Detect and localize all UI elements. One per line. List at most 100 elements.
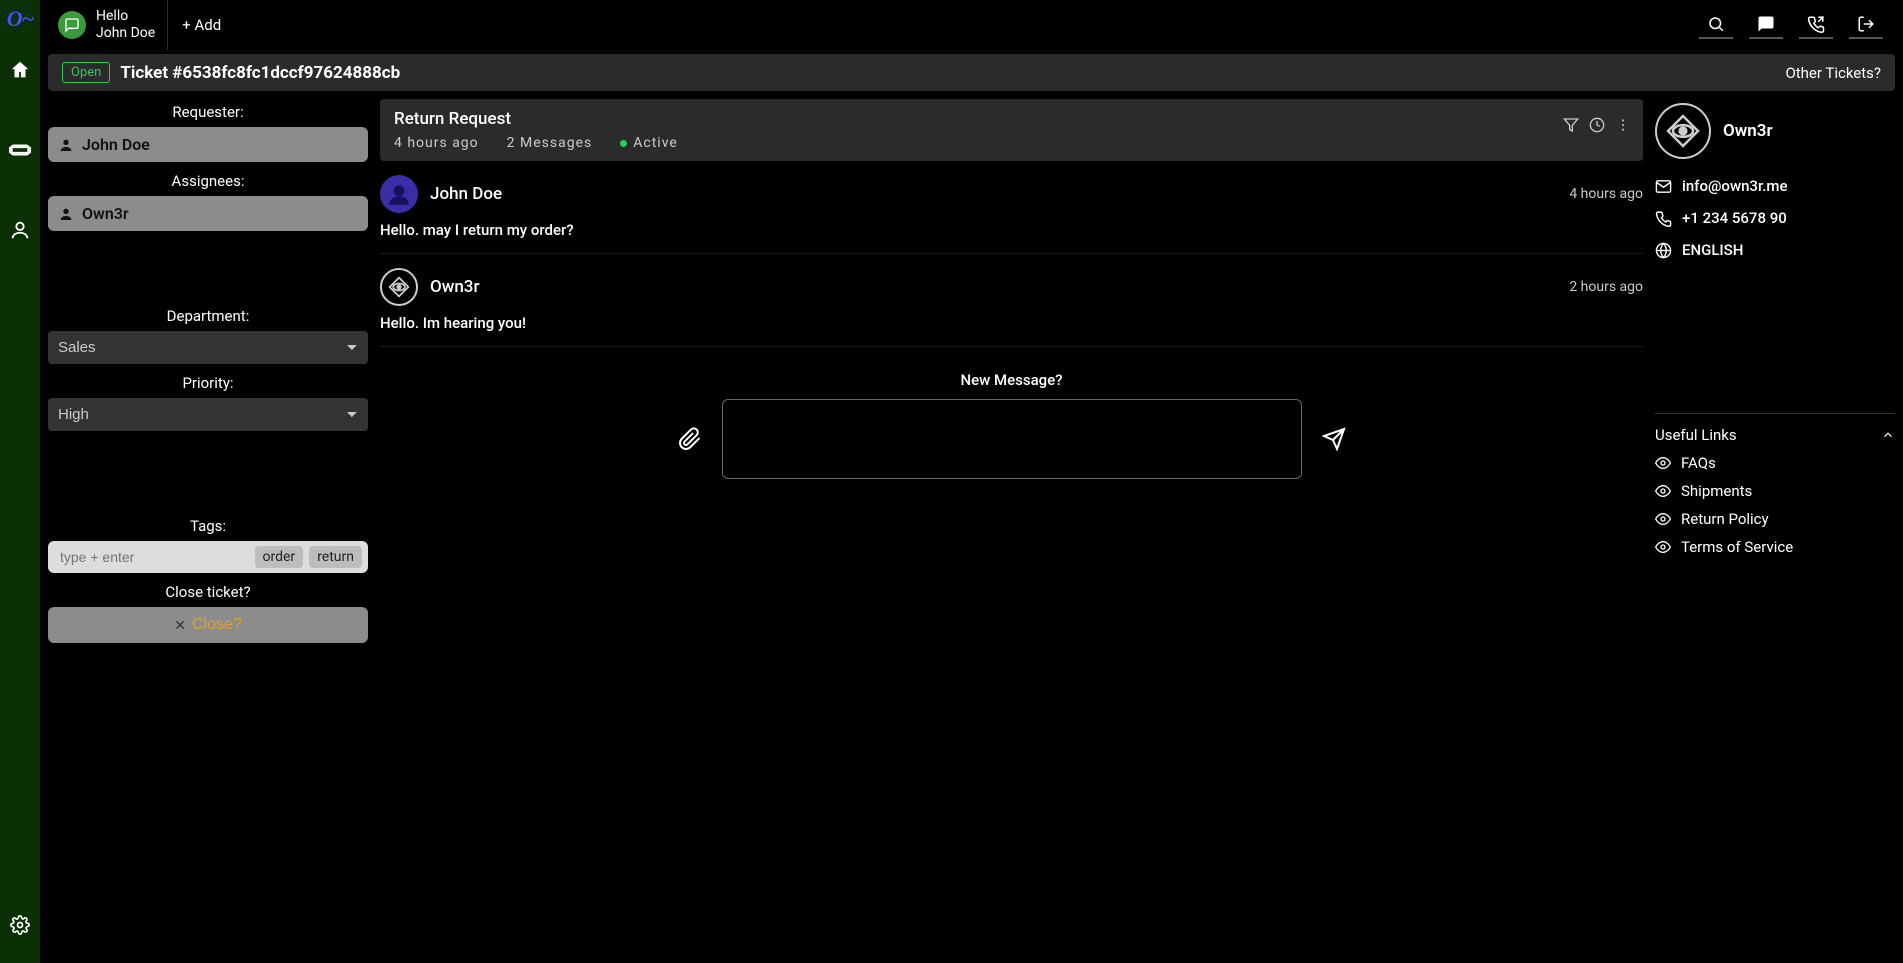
phone-icon <box>1655 210 1672 227</box>
tag-chip[interactable]: return <box>309 546 362 568</box>
avatar <box>380 268 418 306</box>
thread-actions <box>1563 117 1631 133</box>
send-icon[interactable] <box>1322 427 1346 451</box>
requester-name: John Doe <box>82 135 150 154</box>
link-text: FAQs <box>1681 454 1716 472</box>
avatar <box>380 175 418 213</box>
close-label: Close ticket? <box>48 583 368 601</box>
tags-input[interactable] <box>54 545 249 569</box>
thread-age: 4 hours ago <box>394 135 479 151</box>
attachment-icon[interactable] <box>678 427 702 451</box>
center-thread: Return Request 4 hours ago 2 Messages Ac… <box>380 99 1643 963</box>
assignee-name: Own3r <box>82 204 129 223</box>
tag-chip[interactable]: order <box>255 546 304 568</box>
message-author: John Doe <box>430 184 502 204</box>
message-author: Own3r <box>430 277 479 297</box>
message-body: Hello. Im hearing you! <box>380 314 1643 332</box>
useful-links-header[interactable]: Useful Links <box>1655 426 1895 444</box>
agent-email-row[interactable]: info@own3r.me <box>1655 177 1895 195</box>
thread-header: Return Request 4 hours ago 2 Messages Ac… <box>380 99 1643 161</box>
link-row[interactable]: FAQs <box>1655 454 1895 472</box>
link-text: Shipments <box>1681 482 1752 500</box>
agent-phone-row[interactable]: +1 234 5678 90 <box>1655 209 1895 227</box>
eye-icon <box>1655 511 1671 527</box>
status-dot-icon <box>620 140 627 147</box>
tab-current-user[interactable]: Hello John Doe <box>46 0 168 50</box>
links-header-text: Useful Links <box>1655 426 1737 444</box>
search-button[interactable] <box>1699 11 1733 39</box>
requester-label: Requester: <box>48 103 368 121</box>
eye-icon <box>1655 539 1671 555</box>
requester-pill[interactable]: John Doe <box>48 127 368 162</box>
clock-icon[interactable] <box>1589 117 1605 133</box>
more-icon[interactable] <box>1615 117 1631 133</box>
priority-label: Priority: <box>48 374 368 392</box>
close-icon: ✕ <box>174 617 186 634</box>
globe-icon <box>1655 242 1672 259</box>
nav-home[interactable] <box>0 50 40 90</box>
filter-icon[interactable] <box>1563 117 1579 133</box>
close-ticket-button[interactable]: ✕ Close? <box>48 607 368 643</box>
content-columns: Requester: John Doe Assignees: Own3r Dep… <box>40 99 1903 963</box>
department-select[interactable]: Sales <box>48 331 368 364</box>
nav-tickets[interactable] <box>0 130 40 170</box>
thread-meta: 4 hours ago 2 Messages Active <box>394 135 1629 151</box>
chat-icon <box>58 11 86 39</box>
message-input[interactable] <box>722 399 1302 479</box>
agent-email: info@own3r.me <box>1682 177 1788 195</box>
tab-label: Hello John Doe <box>96 8 155 42</box>
person-icon <box>58 206 74 222</box>
messages-button[interactable] <box>1749 11 1783 39</box>
left-panel: Requester: John Doe Assignees: Own3r Dep… <box>48 99 368 963</box>
person-icon <box>58 137 74 153</box>
composer-label: New Message? <box>380 371 1643 389</box>
message-item: Own3r 2 hours ago Hello. Im hearing you! <box>380 254 1643 347</box>
divider <box>1655 413 1895 414</box>
agent-name: Own3r <box>1723 121 1773 141</box>
tags-label: Tags: <box>48 517 368 535</box>
nav-settings[interactable] <box>0 905 40 945</box>
message-time: 4 hours ago <box>1569 186 1643 202</box>
eye-icon <box>1655 455 1671 471</box>
composer <box>380 399 1643 479</box>
mail-icon <box>1655 178 1672 195</box>
department-label: Department: <box>48 307 368 325</box>
link-row[interactable]: Return Policy <box>1655 510 1895 528</box>
link-text: Return Policy <box>1681 510 1769 528</box>
chevron-up-icon <box>1881 428 1895 442</box>
agent-phone: +1 234 5678 90 <box>1682 209 1787 227</box>
right-panel: Own3r info@own3r.me +1 234 5678 90 ENGLI… <box>1655 99 1895 963</box>
link-text: Terms of Service <box>1681 538 1793 556</box>
tags-input-wrap[interactable]: order return <box>48 541 368 573</box>
main-area: Hello John Doe + Add Open Ticket #6538fc… <box>40 0 1903 963</box>
eye-icon <box>1655 483 1671 499</box>
agent-avatar <box>1655 103 1711 159</box>
link-row[interactable]: Shipments <box>1655 482 1895 500</box>
agent-language: ENGLISH <box>1682 241 1743 259</box>
ticket-header-bar: Open Ticket #6538fc8fc1dccf97624888cb Ot… <box>48 54 1895 91</box>
tab-greeting: Hello <box>96 8 155 25</box>
thread-count: 2 Messages <box>507 135 593 151</box>
status-badge: Open <box>62 62 110 83</box>
other-tickets-link[interactable]: Other Tickets? <box>1785 64 1881 82</box>
agent-language-row[interactable]: ENGLISH <box>1655 241 1895 259</box>
app-logo[interactable]: O~ <box>7 6 33 32</box>
top-right-actions <box>1699 0 1903 50</box>
thread-status: Active <box>620 135 678 151</box>
add-tab-button[interactable]: + Add <box>168 0 235 50</box>
agent-header: Own3r <box>1655 103 1895 159</box>
ticket-title: Ticket #6538fc8fc1dccf97624888cb <box>120 63 400 83</box>
thread-title: Return Request <box>394 109 1629 129</box>
logout-button[interactable] <box>1849 11 1883 39</box>
tab-bar: Hello John Doe + Add <box>40 0 1903 50</box>
nav-users[interactable] <box>0 210 40 250</box>
link-row[interactable]: Terms of Service <box>1655 538 1895 556</box>
message-time: 2 hours ago <box>1569 279 1643 295</box>
close-button-text: Close? <box>192 616 242 634</box>
priority-select[interactable]: High <box>48 398 368 431</box>
message-body: Hello. may I return my order? <box>380 221 1643 239</box>
assignees-label: Assignees: <box>48 172 368 190</box>
assignee-pill[interactable]: Own3r <box>48 196 368 231</box>
message-item: John Doe 4 hours ago Hello. may I return… <box>380 161 1643 254</box>
call-button[interactable] <box>1799 11 1833 39</box>
